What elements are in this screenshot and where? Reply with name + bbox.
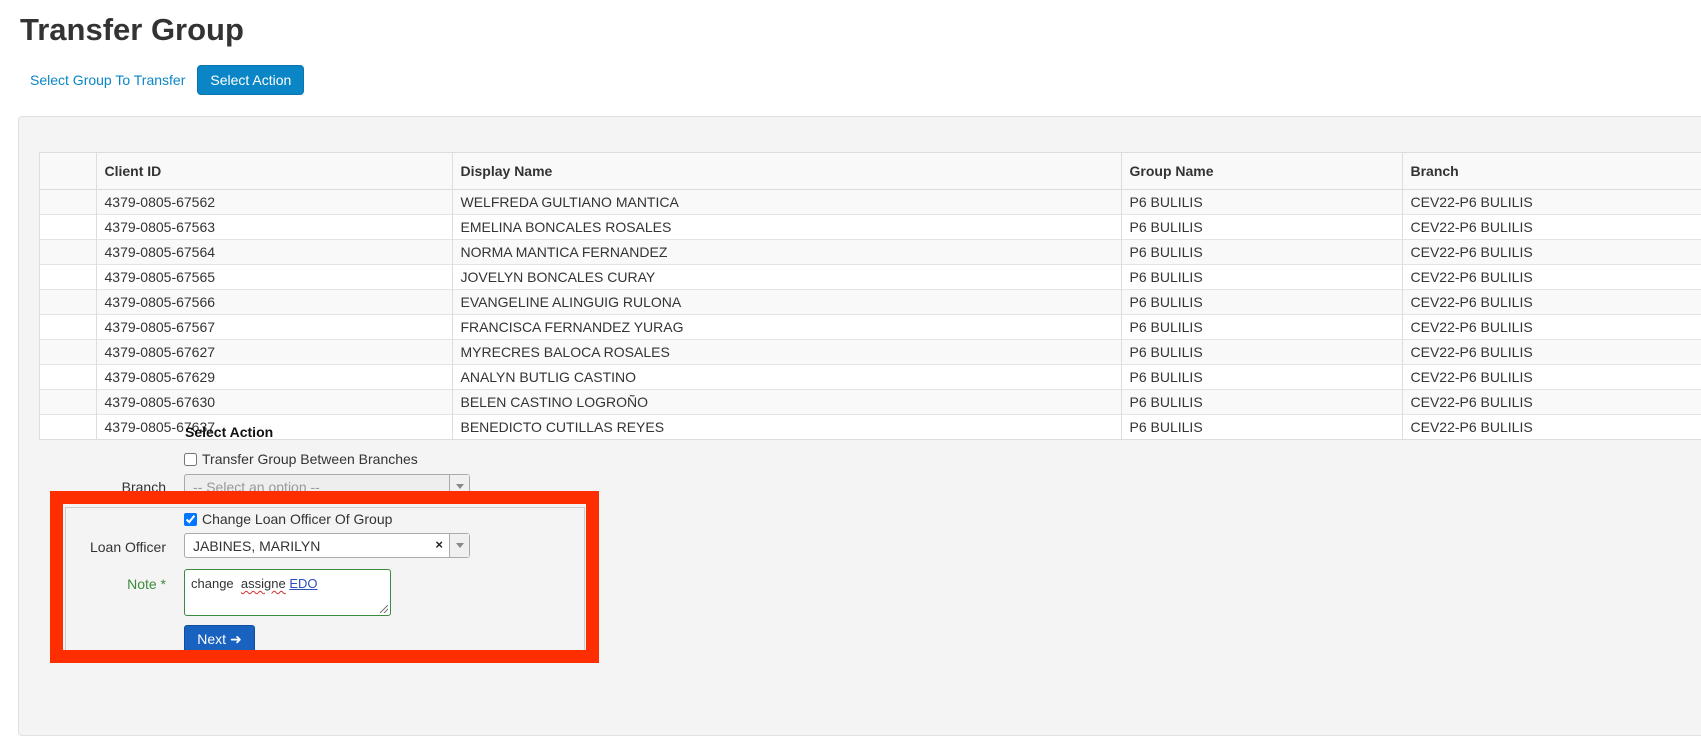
cell-display-name: EVANGELINE ALINGUIG RULONA: [451, 288, 1121, 314]
cell-client-id: 4379-0805-67562: [95, 188, 452, 214]
change-officer-label: Change Loan Officer Of Group: [202, 511, 393, 527]
table-row[interactable]: 4379-0805-67564 NORMA MANTICA FERNANDEZ P6…: [40, 238, 1701, 264]
cell-branch: CEV22-P6 BULILIS: [1401, 263, 1701, 289]
table-row[interactable]: 4379-0805-67637 BENEDICTO CUTILLAS REYES P…: [40, 413, 1701, 439]
next-button-label: Next: [197, 631, 227, 647]
cell-group-name: P6 BULILIS: [1120, 263, 1402, 289]
transfer-branches-label: Transfer Group Between Branches: [202, 451, 418, 467]
cell-client-id: 4379-0805-67637: [95, 413, 452, 439]
cell-group-name: P6 BULILIS: [1120, 188, 1402, 214]
change-officer-option[interactable]: Change Loan Officer Of Group: [184, 511, 392, 527]
row-select-cell[interactable]: [40, 288, 96, 314]
cell-group-name: P6 BULILIS: [1120, 213, 1402, 239]
cell-branch: CEV22-P6 BULILIS: [1401, 288, 1701, 314]
cell-display-name: JOVELYN BONCALES CURAY: [451, 263, 1121, 289]
column-header-select: [40, 153, 96, 190]
wizard-steps: Select Group To Transfer Select Action: [20, 64, 305, 96]
table-row[interactable]: 4379-0805-67566 EVANGELINE ALINGUIG RULON…: [40, 288, 1701, 314]
cell-client-id: 4379-0805-67630: [95, 388, 452, 414]
cell-group-name: P6 BULILIS: [1120, 238, 1402, 264]
loan-officer-label: Loan Officer: [89, 539, 166, 555]
cell-client-id: 4379-0805-67627: [95, 338, 452, 364]
cell-display-name: BELEN CASTINO LOGROÑO: [451, 388, 1121, 414]
cell-branch: CEV22-P6 BULILIS: [1401, 413, 1701, 439]
cell-group-name: P6 BULILIS: [1120, 413, 1402, 439]
arrow-right-icon: ➜: [230, 630, 242, 647]
cell-group-name: P6 BULILIS: [1120, 363, 1402, 389]
column-header-group-name[interactable]: Group Name: [1120, 153, 1402, 190]
transfer-branches-checkbox[interactable]: [184, 452, 197, 466]
table-row[interactable]: 4379-0805-67563 EMELINA BONCALES ROSALES P…: [40, 213, 1701, 239]
cell-group-name: P6 BULILIS: [1120, 338, 1402, 364]
page-title: Transfer Group: [20, 12, 244, 47]
column-header-display-name[interactable]: Display Name: [451, 153, 1121, 190]
branch-select-placeholder: -- Select an option --: [193, 478, 320, 495]
row-select-cell[interactable]: [40, 188, 96, 214]
cell-branch: CEV22-P6 BULILIS: [1401, 213, 1701, 239]
cell-branch: CEV22-P6 BULILIS: [1401, 238, 1701, 264]
cell-display-name: NORMA MANTICA FERNANDEZ: [451, 238, 1121, 264]
next-button[interactable]: Next ➜: [184, 625, 255, 653]
cell-display-name: WELFREDA GULTIANO MANTICA: [451, 188, 1121, 214]
change-officer-checkbox[interactable]: [184, 512, 197, 526]
branch-select[interactable]: -- Select an option --: [184, 474, 470, 499]
cell-client-id: 4379-0805-67566: [95, 288, 452, 314]
row-select-cell[interactable]: [40, 363, 96, 389]
cell-display-name: BENEDICTO CUTILLAS REYES: [451, 413, 1121, 439]
select-action-heading: Select Action: [185, 424, 274, 440]
table-row[interactable]: 4379-0805-67630 BELEN CASTINO LOGROÑO P6 B…: [40, 388, 1701, 414]
row-select-cell[interactable]: [40, 313, 96, 339]
cell-client-id: 4379-0805-67564: [95, 238, 452, 264]
loan-officer-select[interactable]: JABINES, MARILYN ×: [184, 533, 470, 558]
cell-branch: CEV22-P6 BULILIS: [1401, 363, 1701, 389]
resize-grip-icon[interactable]: [380, 605, 388, 613]
table-body: 4379-0805-67562 WELFREDA GULTIANO MANTICA…: [40, 188, 1701, 439]
cell-group-name: P6 BULILIS: [1120, 388, 1402, 414]
cell-display-name: MYRECRES BALOCA ROSALES: [451, 338, 1121, 364]
table-row[interactable]: 4379-0805-67565 JOVELYN BONCALES CURAY P6 …: [40, 263, 1701, 289]
note-label: Note *: [127, 576, 166, 592]
row-select-cell[interactable]: [40, 338, 96, 364]
table-row[interactable]: 4379-0805-67562 WELFREDA GULTIANO MANTICA…: [40, 188, 1701, 214]
column-header-client-id[interactable]: Client ID: [95, 153, 452, 190]
table-row[interactable]: 4379-0805-67629 ANALYN BUTLIG CASTINO P6 B…: [40, 363, 1701, 389]
cell-display-name: EMELINA BONCALES ROSALES: [451, 213, 1121, 239]
row-select-cell[interactable]: [40, 263, 96, 289]
table-header-row: Client ID Display Name Group Name Branch: [40, 153, 1701, 190]
cell-branch: CEV22-P6 BULILIS: [1401, 388, 1701, 414]
table-row[interactable]: 4379-0805-67567 FRANCISCA FERNANDEZ YURAG…: [40, 313, 1701, 339]
cell-group-name: P6 BULILIS: [1120, 313, 1402, 339]
chevron-down-icon[interactable]: [449, 475, 469, 498]
row-select-cell[interactable]: [40, 388, 96, 414]
note-textarea[interactable]: change assigne EDO: [184, 569, 391, 616]
branch-label: Branch: [121, 479, 166, 495]
cell-branch: CEV22-P6 BULILIS: [1401, 188, 1701, 214]
cell-group-name: P6 BULILIS: [1120, 288, 1402, 314]
cell-branch: CEV22-P6 BULILIS: [1401, 313, 1701, 339]
cell-display-name: ANALYN BUTLIG CASTINO: [451, 363, 1121, 389]
note-word-3: EDO: [289, 576, 318, 591]
cell-client-id: 4379-0805-67563: [95, 213, 452, 239]
note-word-1: change: [191, 576, 234, 591]
chevron-down-icon[interactable]: [449, 534, 469, 557]
cell-client-id: 4379-0805-67565: [95, 263, 452, 289]
step-select-group-link[interactable]: Select Group To Transfer: [20, 64, 195, 96]
note-word-2: assigne: [240, 576, 286, 591]
table-row[interactable]: 4379-0805-67627 MYRECRES BALOCA ROSALES P6…: [40, 338, 1701, 364]
cell-client-id: 4379-0805-67567: [95, 313, 452, 339]
cell-client-id: 4379-0805-67629: [95, 363, 452, 389]
cell-display-name: FRANCISCA FERNANDEZ YURAG: [451, 313, 1121, 339]
clients-table: Client ID Display Name Group Name Branch…: [40, 153, 1701, 439]
row-select-cell[interactable]: [40, 213, 96, 239]
column-header-branch[interactable]: Branch: [1401, 153, 1701, 190]
step-select-action-button[interactable]: Select Action: [197, 65, 305, 95]
clear-selection-icon[interactable]: ×: [435, 537, 443, 552]
cell-branch: CEV22-P6 BULILIS: [1401, 338, 1701, 364]
loan-officer-value: JABINES, MARILYN: [193, 537, 321, 554]
row-select-cell[interactable]: [40, 413, 96, 439]
transfer-branches-option[interactable]: Transfer Group Between Branches: [184, 451, 418, 467]
row-select-cell[interactable]: [40, 238, 96, 264]
clients-table-wrapper: Client ID Display Name Group Name Branch…: [39, 152, 1701, 440]
